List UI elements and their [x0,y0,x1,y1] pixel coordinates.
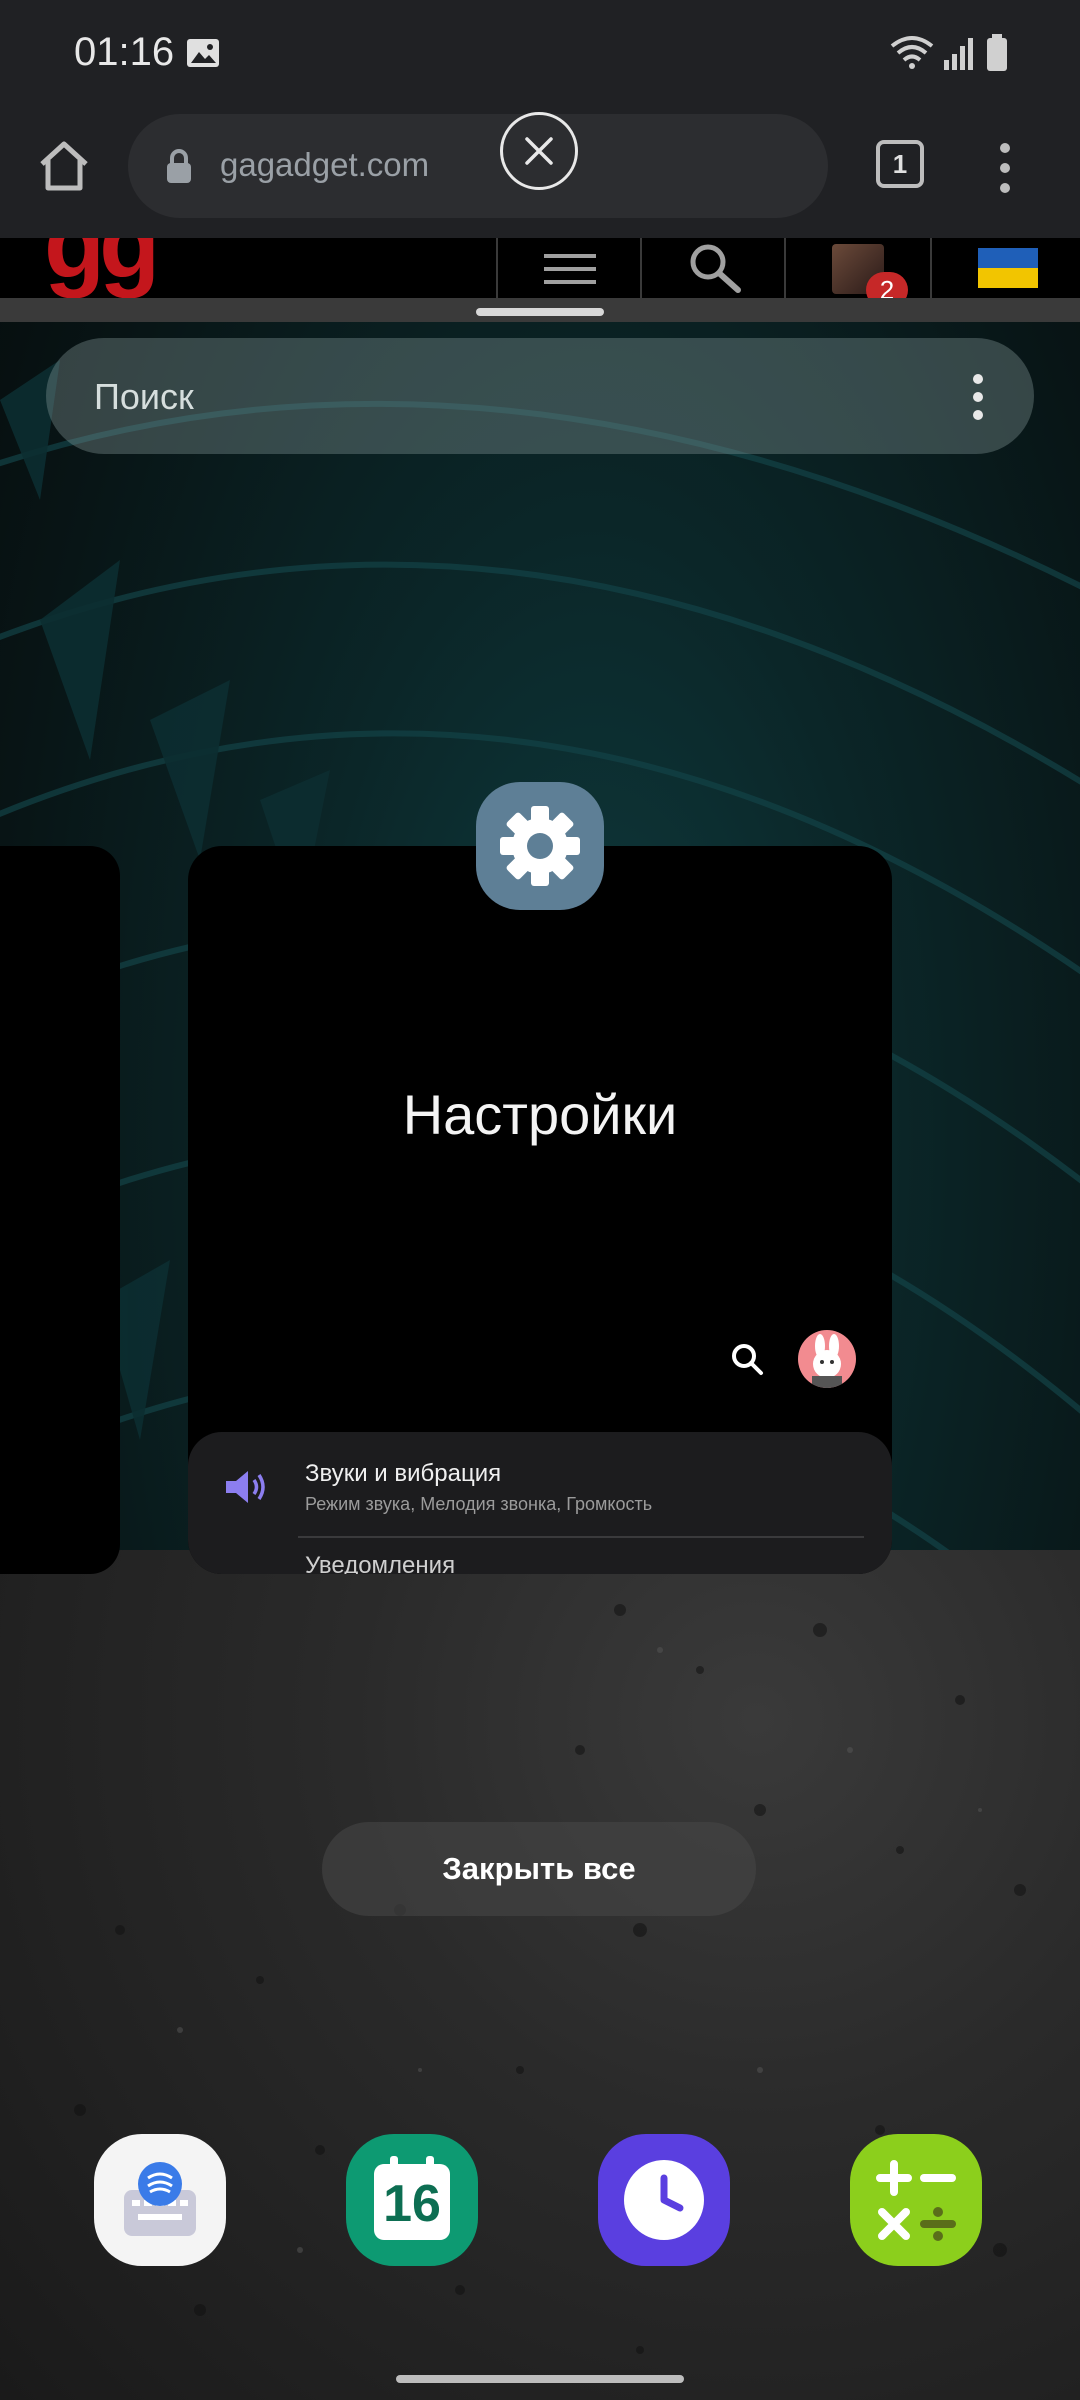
keyboard-app-icon [124,2162,196,2236]
header-divider [640,238,642,298]
recents-search-bar[interactable]: Поиск [46,338,1034,454]
search-placeholder: Поиск [94,376,194,417]
profile-avatar [798,1330,856,1388]
settings-app-icon[interactable] [476,782,604,910]
bunny-avatar-icon [812,1334,842,1388]
status-bar: 01:16 [0,0,1080,110]
list-divider [298,1536,864,1538]
more-vert-icon[interactable] [990,140,1020,196]
dock-app-swiftkey[interactable] [94,2134,226,2266]
more-vert-icon[interactable] [968,372,988,422]
lock-icon [167,149,191,183]
dock-app-calendar[interactable]: 16 [346,2134,478,2266]
dock-app-calculator[interactable] [850,2134,982,2266]
search-icon [732,1344,763,1375]
header-divider [930,238,932,298]
address-bar[interactable]: gagadget.com [128,114,828,218]
gesture-nav-handle[interactable] [396,2375,684,2383]
volume-icon [226,1471,265,1503]
wifi-icon [890,36,934,69]
home-icon[interactable] [34,136,94,196]
app-card-title: Настройки [402,1083,678,1146]
settings-item-next: Уведомления [305,1552,456,1574]
image-notification-icon [187,39,219,67]
settings-item-title: Звуки и вибрация [305,1460,502,1487]
split-handle[interactable] [476,308,604,316]
recent-app-card-previous[interactable] [0,846,120,1574]
close-icon [525,137,553,165]
gear-icon [500,806,580,886]
clock-icon [624,2160,704,2240]
header-divider [784,238,786,298]
site-logo[interactable]: gg [44,238,160,298]
dock-app-clock[interactable] [598,2134,730,2266]
signal-icon [944,38,973,70]
calculator-icon [876,2160,956,2241]
settings-list-preview: Звуки и вибрация Режим звука, Мелодия зв… [188,1432,892,1574]
calendar-day: 16 [383,2175,441,2233]
website-header: gg [0,238,1080,298]
ukraine-flag-icon[interactable] [978,248,1038,288]
tab-switcher-button[interactable]: 1 [876,140,924,188]
site-search-icon[interactable] [686,242,742,294]
header-divider [496,238,498,298]
close-split-button[interactable] [500,112,578,190]
stone-texture [74,1604,1026,2354]
settings-item-subtitle: Режим звука, Мелодия звонка, Громкость [305,1494,653,1514]
url-text: gagadget.com [220,146,430,183]
close-all-button[interactable]: Закрыть все [322,1822,756,1916]
recent-app-card-settings[interactable]: Настройки Звуки и вибрация Режим звука, … [188,846,892,1574]
hamburger-menu-icon[interactable] [544,252,596,286]
clock-time: 01:16 [74,30,175,74]
battery-icon [987,34,1007,71]
